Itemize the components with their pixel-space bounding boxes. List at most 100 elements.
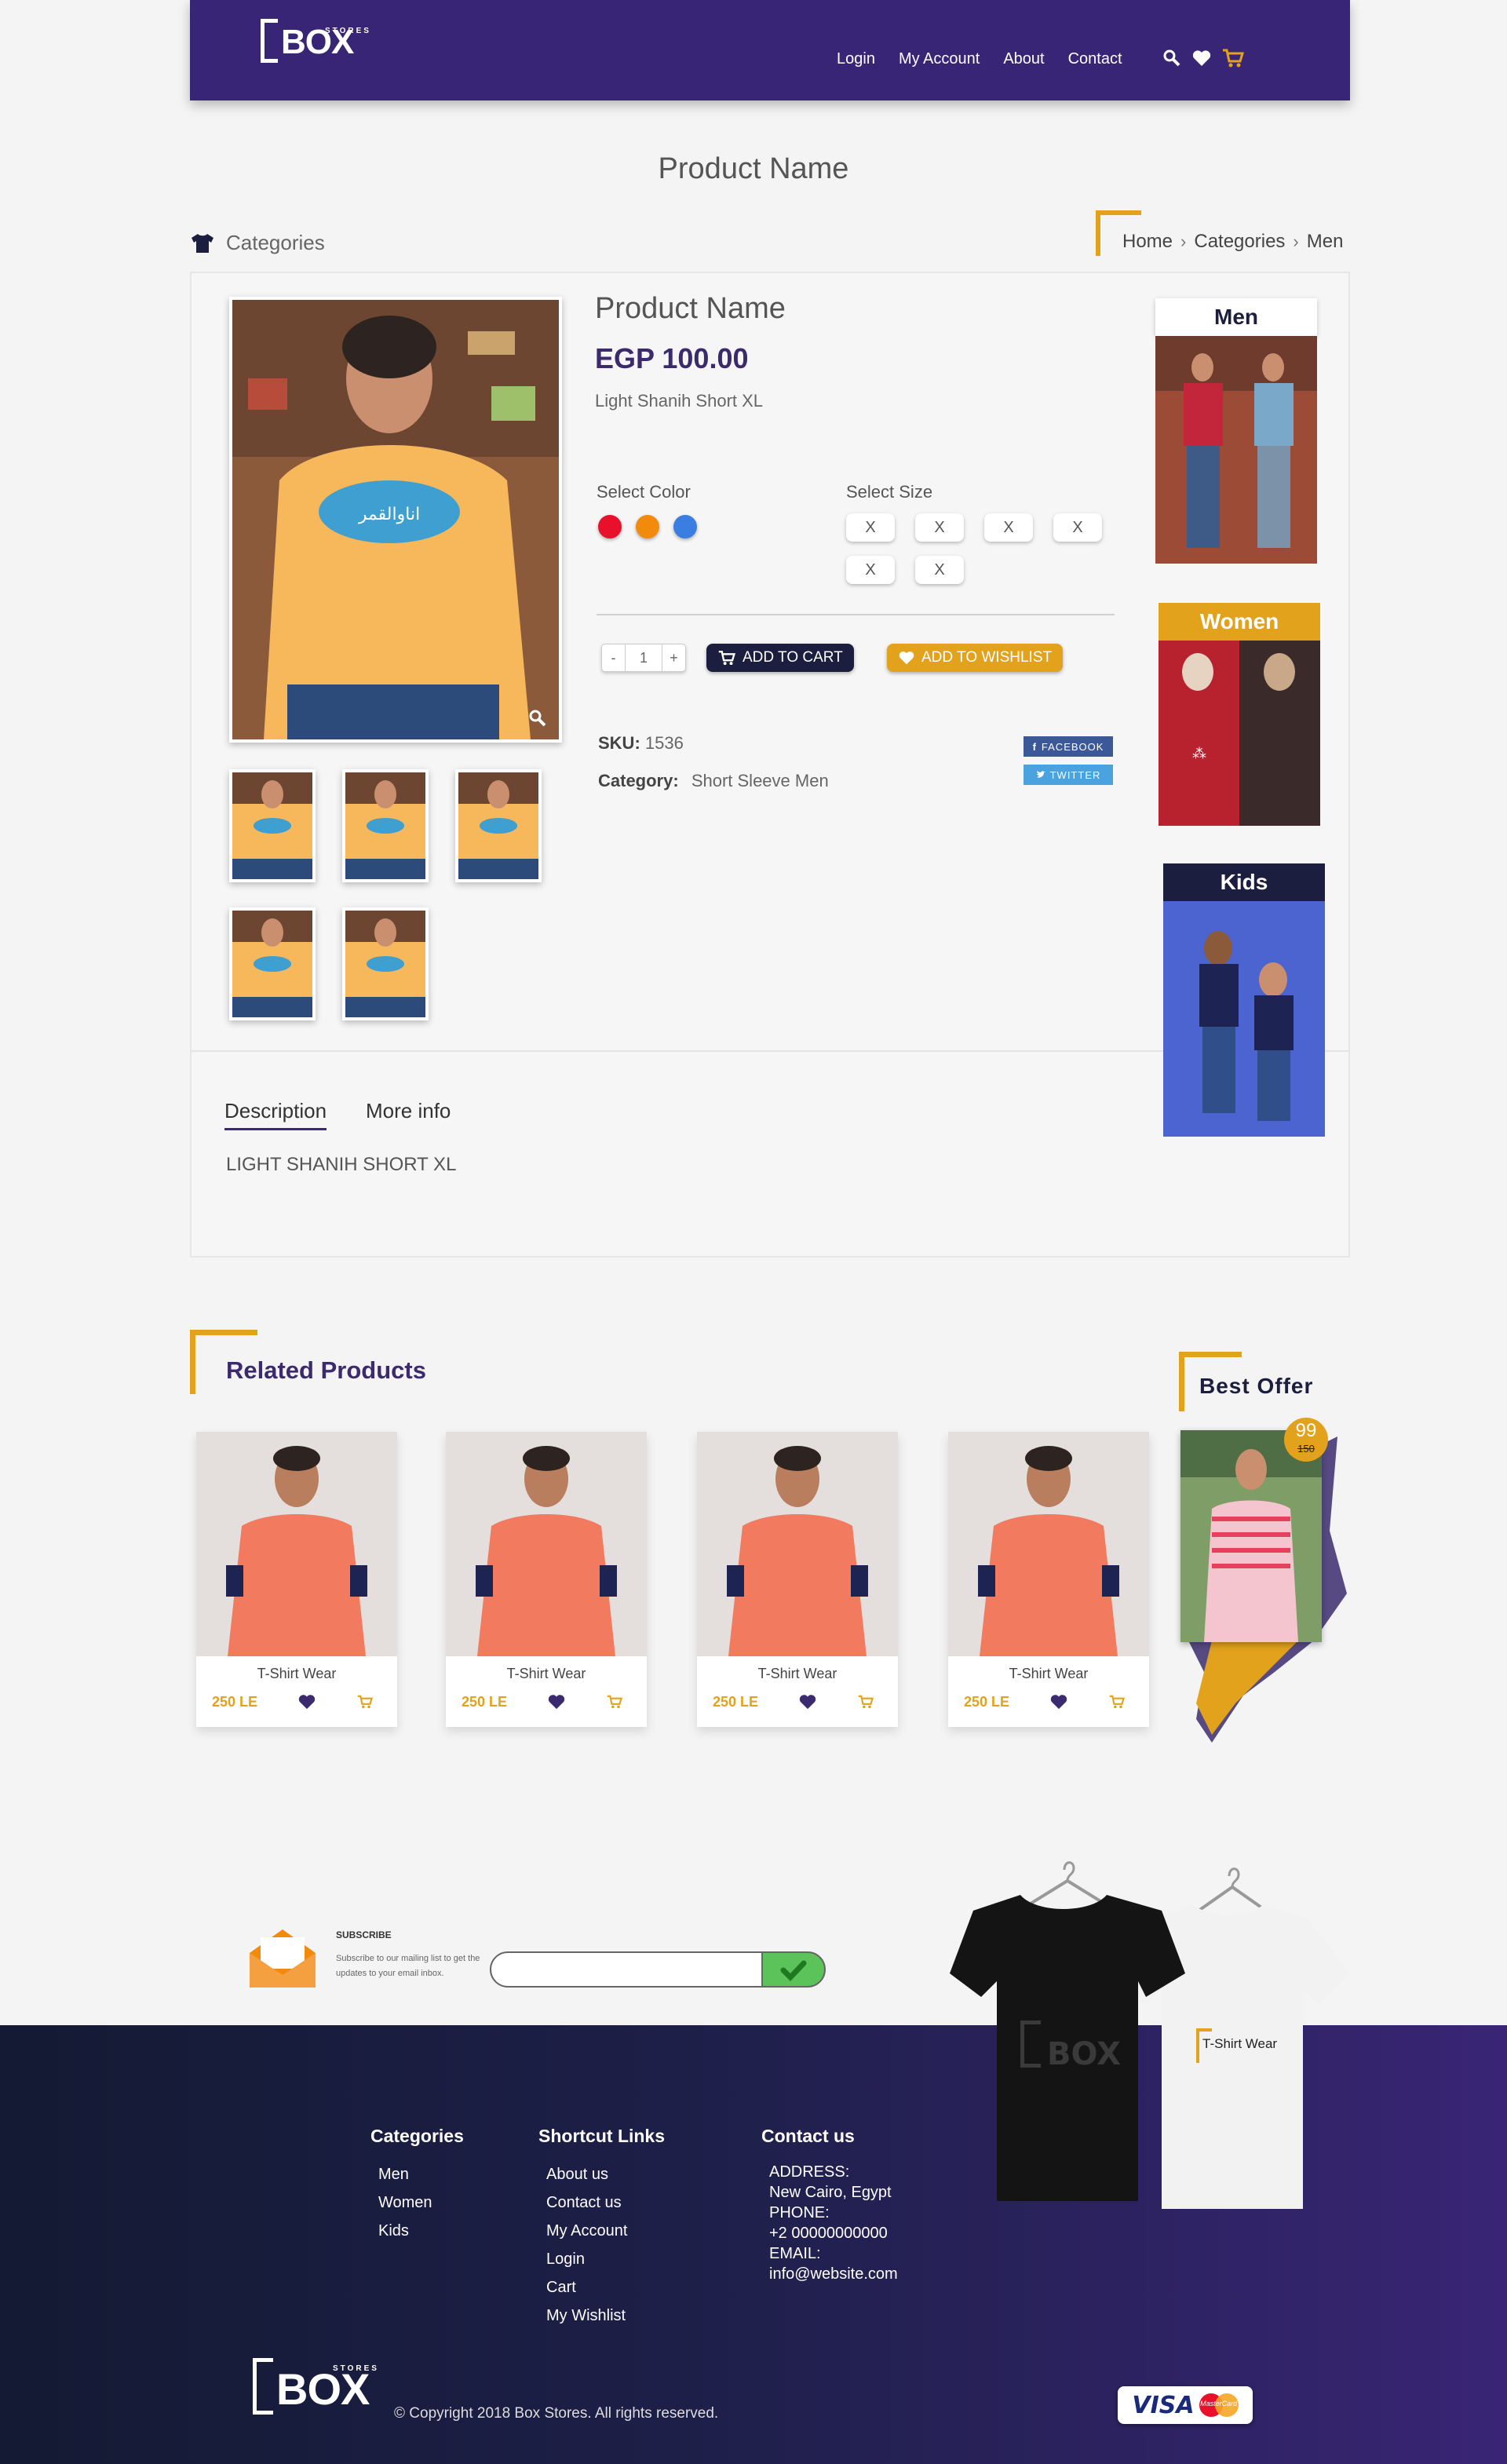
search-icon[interactable] — [1162, 48, 1182, 68]
best-offer-image[interactable] — [1180, 1430, 1322, 1642]
best-offer-title: Best Offer — [1199, 1374, 1314, 1398]
related-product-card[interactable]: T-Shirt Wear 250 LE — [697, 1432, 898, 1727]
add-to-wishlist-label: ADD TO WISHLIST — [921, 649, 1053, 666]
zoom-icon[interactable] — [527, 708, 548, 728]
footer-link-wishlist[interactable]: My Wishlist — [546, 2302, 627, 2330]
related-product-card[interactable]: T-Shirt Wear 250 LE — [196, 1432, 397, 1727]
facebook-share-button[interactable]: f FACEBOOK — [1024, 736, 1113, 757]
qty-plus-button[interactable]: + — [662, 644, 685, 671]
tab-more-info[interactable]: More info — [366, 1099, 451, 1123]
qty-input[interactable]: 1 — [624, 644, 663, 671]
svg-text:BOX: BOX — [1047, 2036, 1121, 2072]
size-option[interactable]: X — [846, 513, 895, 542]
sidebar-category-kids[interactable]: Kids — [1163, 863, 1325, 1137]
heart-icon[interactable] — [1191, 49, 1212, 68]
footer-link-men[interactable]: Men — [378, 2160, 432, 2188]
footer-link-cart[interactable]: Cart — [546, 2273, 627, 2302]
product-subtitle: Light Shanih Short XL — [595, 391, 764, 411]
footer-link-women[interactable]: Women — [378, 2188, 432, 2217]
quantity-stepper: - 1 + — [601, 644, 686, 672]
color-label: Select Color — [597, 482, 691, 502]
add-to-cart-button[interactable]: ADD TO CART — [706, 644, 854, 672]
color-swatch-red[interactable] — [598, 515, 622, 538]
footer-link-about[interactable]: About us — [546, 2160, 627, 2188]
size-option[interactable]: X — [915, 513, 964, 542]
contact-email-value[interactable]: info@website.com — [769, 2264, 898, 2284]
subscribe-submit-button[interactable] — [761, 1951, 826, 1988]
footer-link-contact[interactable]: Contact us — [546, 2188, 627, 2217]
categories-heading[interactable]: Categories — [190, 231, 325, 255]
category-line: Category: Short Sleeve Men — [598, 771, 829, 791]
offer-new-price: 99 — [1295, 1420, 1317, 1441]
color-swatch-blue[interactable] — [673, 515, 697, 538]
sidebar-category-women[interactable]: Women ⁂ — [1159, 603, 1320, 826]
cart-icon[interactable] — [857, 1694, 874, 1710]
qty-minus-button[interactable]: - — [602, 644, 625, 671]
footer-link-kids[interactable]: Kids — [378, 2217, 432, 2245]
product-title[interactable]: T-Shirt Wear — [697, 1666, 898, 1682]
promo-tshirts-image: BOX — [950, 1861, 1350, 2209]
categories-label: Categories — [226, 231, 325, 254]
cart-icon[interactable] — [1108, 1694, 1126, 1710]
kids-category-photo — [1163, 901, 1325, 1137]
size-option[interactable]: X — [915, 556, 964, 584]
related-product-card[interactable]: T-Shirt Wear 250 LE — [948, 1432, 1149, 1727]
cart-icon — [718, 650, 736, 666]
sku-line: SKU: 1536 — [598, 733, 684, 754]
heart-icon[interactable] — [297, 1693, 316, 1710]
category-label: Category: — [598, 771, 679, 790]
heart-icon — [899, 651, 914, 665]
product-title[interactable]: T-Shirt Wear — [446, 1666, 647, 1682]
nav-my-account[interactable]: My Account — [899, 50, 980, 68]
sidebar-category-men[interactable]: Men — [1155, 298, 1317, 564]
product-price: 250 LE — [462, 1693, 508, 1710]
product-thumbnail[interactable] — [455, 769, 542, 882]
product-thumbnail[interactable] — [229, 907, 316, 1020]
women-category-photo: ⁂ — [1159, 641, 1320, 826]
tab-description[interactable]: Description — [224, 1099, 327, 1130]
heart-icon[interactable] — [798, 1693, 817, 1710]
footer-links-list: About us Contact us My Account Login Car… — [546, 2160, 627, 2330]
cart-icon[interactable] — [1221, 47, 1245, 69]
size-option[interactable]: X — [984, 513, 1033, 542]
subscribe-title: SUBSCRIBE — [336, 1929, 392, 1940]
breadcrumb-home[interactable]: Home — [1122, 231, 1173, 253]
related-product-card[interactable]: T-Shirt Wear 250 LE — [446, 1432, 647, 1727]
footer-logo[interactable]: BOX STORES — [253, 2358, 377, 2415]
product-thumbnail[interactable] — [342, 907, 429, 1020]
color-swatch-orange[interactable] — [636, 515, 659, 538]
product-title[interactable]: T-Shirt Wear — [948, 1666, 1149, 1682]
visa-logo: VISA — [1132, 2391, 1195, 2419]
footer-contact-title: Contact us — [761, 2126, 855, 2146]
contact-phone-label: PHONE: — [769, 2204, 830, 2221]
main-nav: Login My Account About Contact — [837, 50, 1122, 68]
heart-icon[interactable] — [547, 1693, 566, 1710]
men-category-photo — [1155, 336, 1317, 564]
mastercard-logo: MasterCard — [1199, 2393, 1239, 2417]
size-label: Select Size — [846, 482, 933, 502]
contact-address-value: New Cairo, Egypt — [769, 2184, 892, 2201]
size-option[interactable]: X — [846, 556, 895, 584]
product-title[interactable]: T-Shirt Wear — [196, 1666, 397, 1682]
cart-icon[interactable] — [606, 1694, 623, 1710]
twitter-label: TWITTER — [1049, 768, 1101, 781]
footer-link-account[interactable]: My Account — [546, 2217, 627, 2245]
twitter-share-button[interactable]: TWITTER — [1024, 765, 1113, 785]
cart-icon[interactable] — [356, 1694, 374, 1710]
category-value[interactable]: Short Sleeve Men — [691, 771, 829, 790]
subscribe-email-input[interactable] — [490, 1951, 764, 1988]
size-option[interactable]: X — [1053, 513, 1102, 542]
nav-login[interactable]: Login — [837, 50, 875, 68]
add-to-wishlist-button[interactable]: ADD TO WISHLIST — [887, 644, 1064, 672]
nav-about[interactable]: About — [1003, 50, 1044, 68]
header-logo[interactable]: BOX STORES — [261, 19, 369, 63]
product-main-image[interactable]: اناوالقمر — [229, 297, 562, 743]
nav-contact[interactable]: Contact — [1068, 50, 1122, 68]
breadcrumb-categories[interactable]: Categories — [1194, 231, 1285, 253]
product-thumbnail[interactable] — [342, 769, 429, 882]
breadcrumb-men[interactable]: Men — [1307, 231, 1344, 253]
product-thumbnail[interactable] — [229, 769, 316, 882]
product-name: Product Name — [595, 292, 786, 325]
heart-icon[interactable] — [1049, 1693, 1068, 1710]
footer-link-login[interactable]: Login — [546, 2245, 627, 2273]
